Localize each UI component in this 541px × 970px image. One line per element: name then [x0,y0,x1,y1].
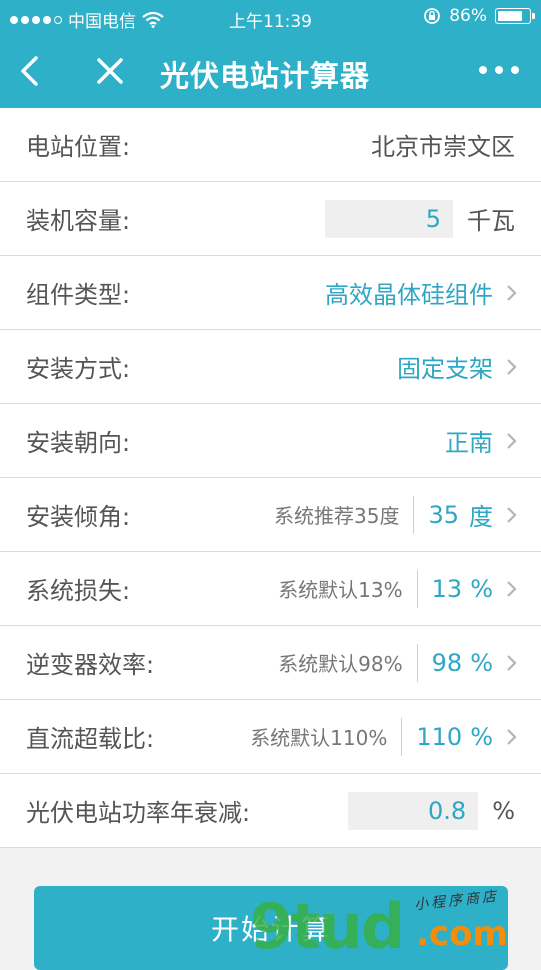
mounting-value[interactable]: 固定支架 [397,349,493,384]
dc-ratio-value[interactable]: 110 [416,723,462,751]
tilt-value[interactable]: 35 [428,501,459,529]
chevron-right-icon [507,728,517,745]
chevron-right-icon [507,506,517,523]
tilt-unit: 度 [469,503,493,531]
inverter-label: 逆变器效率: [26,651,155,679]
loss-value[interactable]: 13 [432,575,463,603]
degradation-unit: % [492,796,515,825]
loss-label: 系统损失: [26,577,131,605]
row-tilt[interactable]: 安装倾角: 系统推荐35度 35 度 [0,478,541,552]
mounting-label: 安装方式: [26,355,131,383]
chevron-right-icon [507,432,517,449]
divider [401,717,403,756]
dc-ratio-hint: 系统默认110% [250,726,388,750]
row-dc-ratio[interactable]: 直流超载比: 系统默认110% 110 % [0,700,541,774]
chevron-left-icon[interactable] [14,52,48,90]
action-area: 开始计算 [0,852,541,970]
row-mounting[interactable]: 安装方式: 固定支架 [0,330,541,404]
orientation-label: 安装朝向: [26,429,131,457]
chevron-right-icon [507,654,517,671]
location-label: 电站位置: [26,133,131,161]
orientation-value[interactable]: 正南 [445,423,493,458]
battery-icon [495,8,535,24]
inverter-value[interactable]: 98 [432,649,463,677]
status-right: 86% [423,6,535,26]
page-title: 光伏电站计算器 [160,59,371,93]
rotation-lock-icon [424,8,441,24]
dc-ratio-unit: % [470,722,493,751]
loss-unit: % [470,574,493,603]
inverter-unit: % [470,648,493,677]
nav-bar: 光伏电站计算器 [0,34,541,108]
chevron-right-icon [507,580,517,597]
row-loss[interactable]: 系统损失: 系统默认13% 13 % [0,552,541,626]
location-value: 北京市崇文区 [371,133,515,161]
row-orientation[interactable]: 安装朝向: 正南 [0,404,541,478]
divider [416,643,418,682]
row-location: 电站位置: 北京市崇文区 [0,108,541,182]
chevron-right-icon [507,358,517,375]
capacity-unit: 千瓦 [467,207,515,235]
close-icon[interactable] [94,54,126,88]
row-inverter[interactable]: 逆变器效率: 系统默认98% 98 % [0,626,541,700]
dc-ratio-label: 直流超载比: [26,725,155,753]
status-bar: 中国电信 上午11:39 86% [0,0,541,34]
degradation-label: 光伏电站功率年衰减: [26,799,251,827]
capacity-label: 装机容量: [26,207,131,235]
more-dots-icon[interactable] [479,66,519,74]
inverter-hint: 系统默认98% [278,652,403,676]
calculator-form: 电站位置: 北京市崇文区 装机容量: 5 千瓦 组件类型: 高效晶体硅组件 安装… [0,108,541,848]
tilt-hint: 系统推荐35度 [274,504,400,528]
battery-percent: 86% [449,6,487,26]
row-capacity: 装机容量: 5 千瓦 [0,182,541,256]
loss-hint: 系统默认13% [278,578,403,602]
divider [413,495,415,534]
chevron-right-icon [507,284,517,301]
row-degradation: 光伏电站功率年衰减: 0.8 % [0,774,541,848]
degradation-input[interactable]: 0.8 [348,791,479,830]
module-type-value[interactable]: 高效晶体硅组件 [325,275,493,310]
capacity-input[interactable]: 5 [325,199,453,238]
divider [416,569,418,608]
module-type-label: 组件类型: [26,281,131,309]
tilt-label: 安装倾角: [26,503,131,531]
start-calculation-button[interactable]: 开始计算 [34,886,508,970]
row-module-type[interactable]: 组件类型: 高效晶体硅组件 [0,256,541,330]
